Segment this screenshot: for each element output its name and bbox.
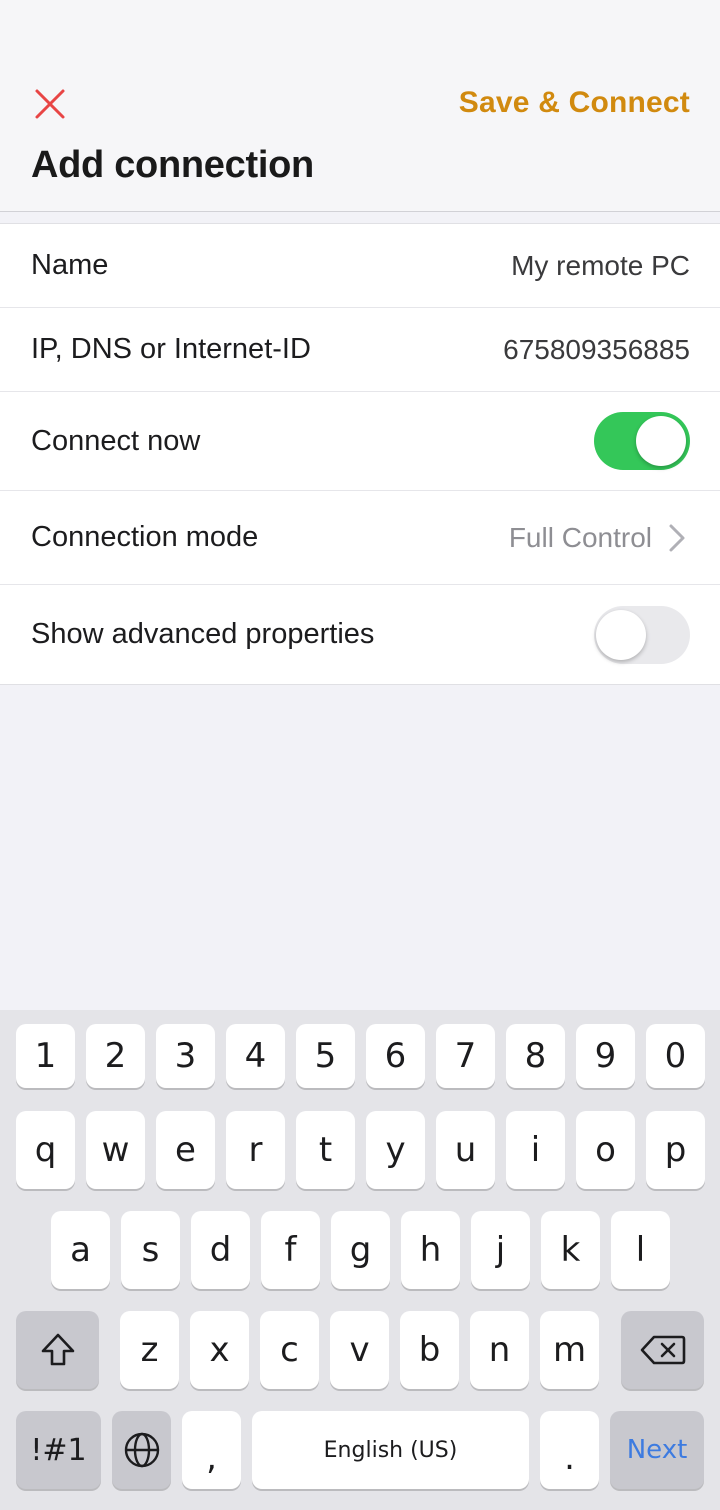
key-q[interactable]: q <box>16 1111 75 1189</box>
key-w[interactable]: w <box>86 1111 145 1189</box>
keyboard-row-3: zxcvbnm <box>0 1311 720 1389</box>
key-1[interactable]: 1 <box>16 1024 75 1088</box>
period-key[interactable]: . <box>540 1411 599 1489</box>
symbols-key[interactable]: !#1 <box>16 1411 101 1489</box>
key-z[interactable]: z <box>120 1311 179 1389</box>
globe-icon <box>124 1432 159 1468</box>
save-connect-button[interactable]: Save & Connect <box>459 86 690 120</box>
address-row[interactable]: IP, DNS or Internet-ID 675809356885 <box>0 308 720 392</box>
chevron-right-icon <box>669 524 685 551</box>
key-d[interactable]: d <box>191 1211 250 1289</box>
language-key[interactable] <box>112 1411 171 1489</box>
connect-now-label: Connect now <box>31 424 201 457</box>
key-0[interactable]: 0 <box>646 1024 705 1088</box>
key-m[interactable]: m <box>540 1311 599 1389</box>
connection-mode-value: Full Control <box>508 521 652 553</box>
key-j[interactable]: j <box>471 1211 530 1289</box>
key-3[interactable]: 3 <box>156 1024 215 1088</box>
key-6[interactable]: 6 <box>366 1024 425 1088</box>
connect-now-row: Connect now <box>0 392 720 491</box>
key-5[interactable]: 5 <box>296 1024 355 1088</box>
keyboard-number-row: 1234567890 <box>0 1024 720 1088</box>
keyboard-row-2: asdfghjkl <box>0 1211 720 1289</box>
backspace-key[interactable] <box>621 1311 704 1389</box>
key-8[interactable]: 8 <box>506 1024 565 1088</box>
key-k[interactable]: k <box>541 1211 600 1289</box>
keyboard-bottom-row: !#1 , English (US) . Next <box>0 1411 720 1489</box>
close-button[interactable] <box>28 82 72 126</box>
connection-mode-value-group[interactable]: Full Control <box>509 522 690 554</box>
name-label: Name <box>31 249 109 281</box>
key-u[interactable]: u <box>436 1111 495 1189</box>
comma-key[interactable]: , <box>182 1411 241 1489</box>
connection-mode-label: Connection mode <box>31 521 259 553</box>
key-s[interactable]: s <box>121 1211 180 1289</box>
key-c[interactable]: c <box>260 1311 319 1389</box>
address-label: IP, DNS or Internet-ID <box>31 333 311 365</box>
address-value[interactable]: 675809356885 <box>503 334 690 366</box>
key-o[interactable]: o <box>576 1111 635 1189</box>
period-key-label: . <box>564 1438 575 1478</box>
connection-mode-row[interactable]: Connection mode Full Control <box>0 491 720 585</box>
key-p[interactable]: p <box>646 1111 705 1189</box>
key-9[interactable]: 9 <box>576 1024 635 1088</box>
key-7[interactable]: 7 <box>436 1024 495 1088</box>
close-icon <box>35 89 65 119</box>
key-y[interactable]: y <box>366 1111 425 1189</box>
key-f[interactable]: f <box>261 1211 320 1289</box>
key-h[interactable]: h <box>401 1211 460 1289</box>
connect-now-toggle[interactable] <box>594 412 690 470</box>
key-g[interactable]: g <box>331 1211 390 1289</box>
key-a[interactable]: a <box>51 1211 110 1289</box>
shift-icon <box>41 1333 74 1366</box>
key-v[interactable]: v <box>330 1311 389 1389</box>
connection-settings-list: Name My remote PC IP, DNS or Internet-ID… <box>0 223 720 685</box>
key-i[interactable]: i <box>506 1111 565 1189</box>
key-x[interactable]: x <box>190 1311 249 1389</box>
comma-key-label: , <box>206 1438 217 1478</box>
key-e[interactable]: e <box>156 1111 215 1189</box>
toggle-knob <box>596 609 646 660</box>
advanced-properties-row: Show advanced properties <box>0 585 720 684</box>
key-n[interactable]: n <box>470 1311 529 1389</box>
name-value[interactable]: My remote PC <box>511 250 690 282</box>
key-2[interactable]: 2 <box>86 1024 145 1088</box>
advanced-properties-toggle[interactable] <box>594 605 690 664</box>
toggle-knob <box>636 416 686 466</box>
backspace-icon <box>640 1335 685 1365</box>
on-screen-keyboard: 1234567890 qwertyuiop asdfghjkl zxcvbnm … <box>0 1010 720 1510</box>
page-title: Add connection <box>31 144 314 186</box>
shift-key[interactable] <box>16 1311 99 1389</box>
key-b[interactable]: b <box>400 1311 459 1389</box>
next-key[interactable]: Next <box>610 1411 704 1489</box>
keyboard-row-1: qwertyuiop <box>0 1111 720 1189</box>
key-t[interactable]: t <box>296 1111 355 1189</box>
space-key[interactable]: English (US) <box>252 1411 529 1489</box>
name-row[interactable]: Name My remote PC <box>0 224 720 308</box>
header-bar: Save & Connect Add connection <box>0 0 720 212</box>
key-4[interactable]: 4 <box>226 1024 285 1088</box>
key-r[interactable]: r <box>226 1111 285 1189</box>
advanced-properties-label: Show advanced properties <box>31 618 375 650</box>
key-l[interactable]: l <box>611 1211 670 1289</box>
